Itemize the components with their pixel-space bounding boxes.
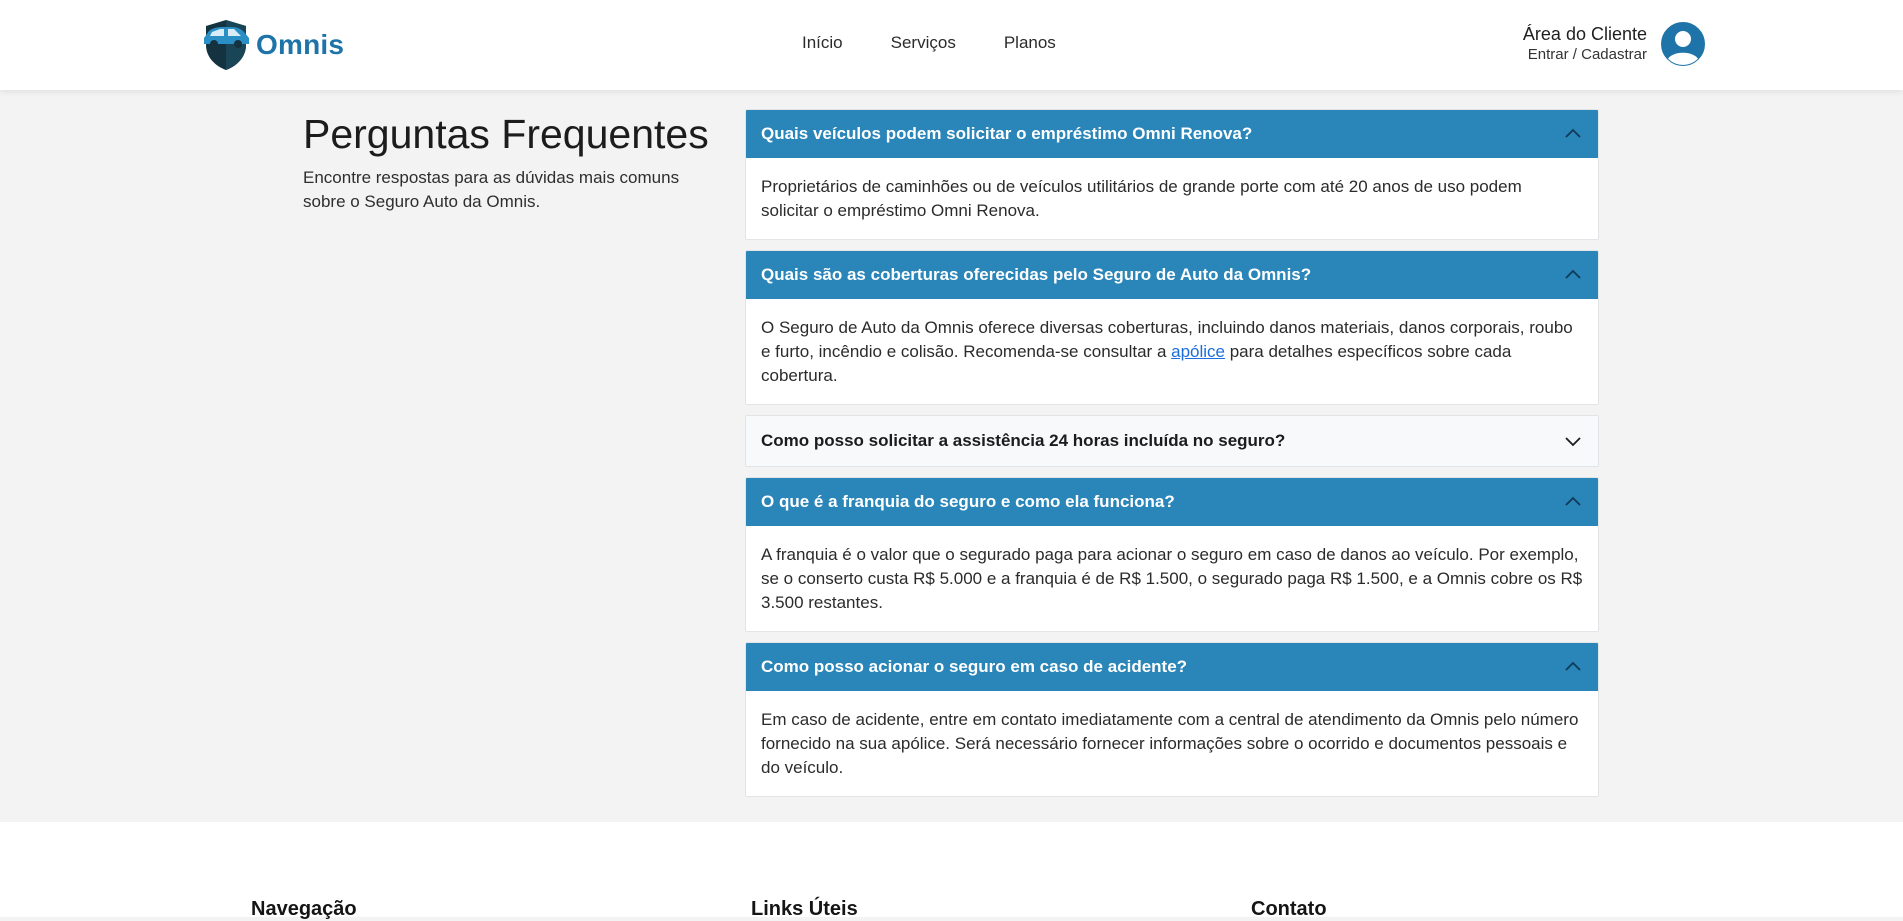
shield-car-logo-icon bbox=[204, 20, 249, 70]
faq-question: Como posso acionar o seguro em caso de a… bbox=[761, 657, 1188, 676]
client-area-title: Área do Cliente bbox=[1522, 24, 1647, 44]
policy-link[interactable]: apólice bbox=[1171, 342, 1225, 361]
chevron-down-icon bbox=[1565, 437, 1581, 447]
client-login-link[interactable]: Entrar / Cadastrar bbox=[1523, 45, 1647, 65]
client-area-text: Área do Cliente Entrar / Cadastrar bbox=[1523, 23, 1647, 65]
footer-heading-navegacao: Navegação bbox=[251, 898, 357, 920]
faq-answer: A franquia é o valor que o segurado paga… bbox=[761, 545, 1583, 612]
faq-question-toggle[interactable]: Como posso acionar o seguro em caso de a… bbox=[746, 643, 1598, 691]
faq-item: Quais são as coberturas oferecidas pelo … bbox=[745, 250, 1599, 405]
faq-accordion: Quais veículos podem solicitar o emprést… bbox=[745, 109, 1599, 807]
faq-question: Como posso solicitar a assistência 24 ho… bbox=[761, 431, 1286, 450]
nav-link-inicio[interactable]: Início bbox=[802, 33, 843, 53]
chevron-up-icon bbox=[1565, 661, 1581, 671]
chevron-up-icon bbox=[1565, 269, 1581, 279]
faq-answer: Proprietários de caminhões ou de veículo… bbox=[761, 177, 1522, 220]
chevron-up-icon bbox=[1565, 496, 1581, 506]
faq-question-toggle[interactable]: Quais veículos podem solicitar o emprést… bbox=[746, 110, 1598, 158]
faq-question-toggle[interactable]: Quais são as coberturas oferecidas pelo … bbox=[746, 251, 1598, 299]
brand-name: Omnis bbox=[256, 29, 345, 60]
faq-intro: Perguntas Frequentes Encontre respostas … bbox=[303, 110, 713, 214]
faq-question-toggle[interactable]: Como posso solicitar a assistência 24 ho… bbox=[746, 416, 1598, 466]
footer-heading-links: Links Úteis bbox=[751, 898, 858, 920]
nav-link-servicos[interactable]: Serviços bbox=[891, 33, 956, 53]
faq-question: Quais veículos podem solicitar o emprést… bbox=[761, 124, 1253, 143]
faq-question: Quais são as coberturas oferecidas pelo … bbox=[761, 265, 1312, 284]
faq-item: Quais veículos podem solicitar o emprést… bbox=[745, 109, 1599, 240]
faq-question: O que é a franquia do seguro e como ela … bbox=[761, 492, 1175, 511]
faq-item: O que é a franquia do seguro e como ela … bbox=[745, 477, 1599, 632]
page-description: Encontre respostas para as dúvidas mais … bbox=[303, 168, 680, 211]
faq-question-toggle[interactable]: O que é a franquia do seguro e como ela … bbox=[746, 478, 1598, 526]
client-area-link[interactable]: Área do Cliente Entrar / Cadastrar bbox=[1523, 22, 1705, 66]
faq-section: Perguntas Frequentes Encontre respostas … bbox=[0, 90, 1903, 822]
faq-item: Como posso acionar o seguro em caso de a… bbox=[745, 642, 1599, 797]
nav-link-planos[interactable]: Planos bbox=[1004, 33, 1056, 53]
site-footer: Navegação Links Úteis Contato bbox=[0, 822, 1903, 920]
main-nav: Início Serviços Planos bbox=[802, 33, 1104, 53]
footer-heading-contato: Contato bbox=[1251, 898, 1327, 920]
user-avatar-icon[interactable] bbox=[1661, 22, 1705, 66]
faq-answer: Em caso de acidente, entre em contato im… bbox=[761, 710, 1579, 777]
chevron-up-icon bbox=[1565, 128, 1581, 138]
site-header: Omnis Início Serviços Planos Área do Cli… bbox=[0, 0, 1903, 90]
faq-answer: O Seguro de Auto da Omnis oferece divers… bbox=[746, 299, 1598, 404]
brand-logo[interactable]: Omnis bbox=[200, 17, 344, 73]
page-title: Perguntas Frequentes bbox=[303, 111, 709, 157]
faq-item: Como posso solicitar a assistência 24 ho… bbox=[745, 415, 1599, 467]
